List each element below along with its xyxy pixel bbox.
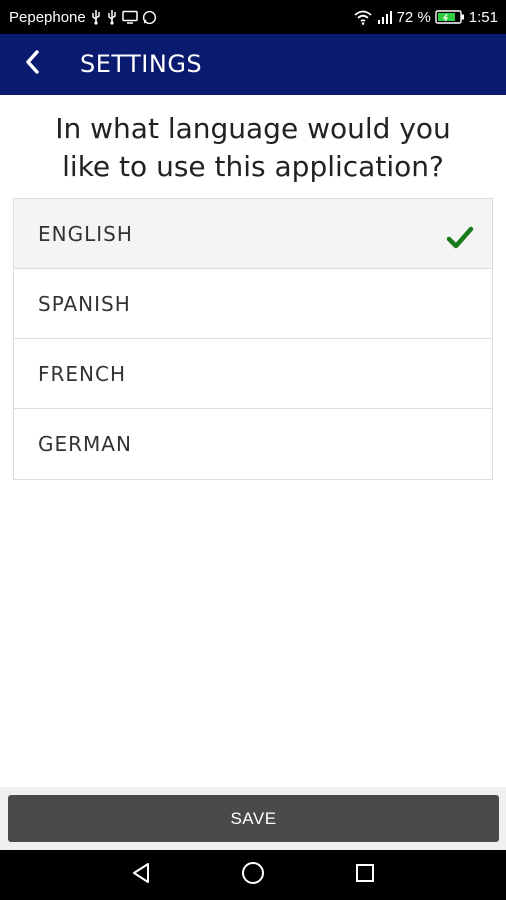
home-circle-icon: [240, 860, 266, 891]
language-list: ENGLISH SPANISH FRENCH GERMAN: [13, 198, 493, 480]
language-option-german[interactable]: GERMAN: [14, 409, 492, 479]
language-label: SPANISH: [38, 292, 131, 316]
back-triangle-icon: [130, 861, 152, 890]
checkmark-icon: [446, 226, 474, 255]
language-option-english[interactable]: ENGLISH: [14, 199, 492, 269]
usb-icon: [106, 9, 118, 25]
status-left: Pepephone: [9, 0, 157, 34]
language-label: ENGLISH: [38, 222, 133, 246]
nav-back-button[interactable]: [111, 850, 171, 900]
battery-icon: [435, 9, 465, 25]
usb-icon: [90, 9, 102, 25]
nav-recents-button[interactable]: [335, 850, 395, 900]
back-button[interactable]: [10, 42, 54, 86]
save-bar: SAVE: [0, 787, 506, 850]
language-option-french[interactable]: FRENCH: [14, 339, 492, 409]
language-option-spanish[interactable]: SPANISH: [14, 269, 492, 339]
signal-icon: [377, 10, 393, 24]
nav-home-button[interactable]: [223, 850, 283, 900]
status-bar: Pepephone 72 % 1:51: [0, 0, 506, 34]
question-line-2: like to use this application?: [62, 150, 444, 183]
navigation-bar: [0, 850, 506, 900]
app-bar: SETTINGS: [0, 34, 506, 95]
recents-square-icon: [354, 862, 376, 889]
chevron-left-icon: [23, 49, 41, 80]
language-label: GERMAN: [38, 432, 132, 456]
clock: 1:51: [468, 8, 498, 26]
screen-icon: [122, 10, 138, 24]
question-line-1: In what language would you: [55, 112, 451, 145]
whatsapp-icon: [142, 10, 157, 25]
language-question: In what language would you like to use t…: [0, 110, 506, 186]
carrier-name: Pepephone: [9, 8, 86, 26]
page-title: SETTINGS: [80, 50, 203, 78]
wifi-icon: [353, 9, 373, 25]
save-button[interactable]: SAVE: [8, 795, 499, 842]
battery-percent: 72 %: [396, 8, 431, 26]
status-right: 72 % 1:51: [353, 0, 498, 34]
language-label: FRENCH: [38, 362, 127, 386]
